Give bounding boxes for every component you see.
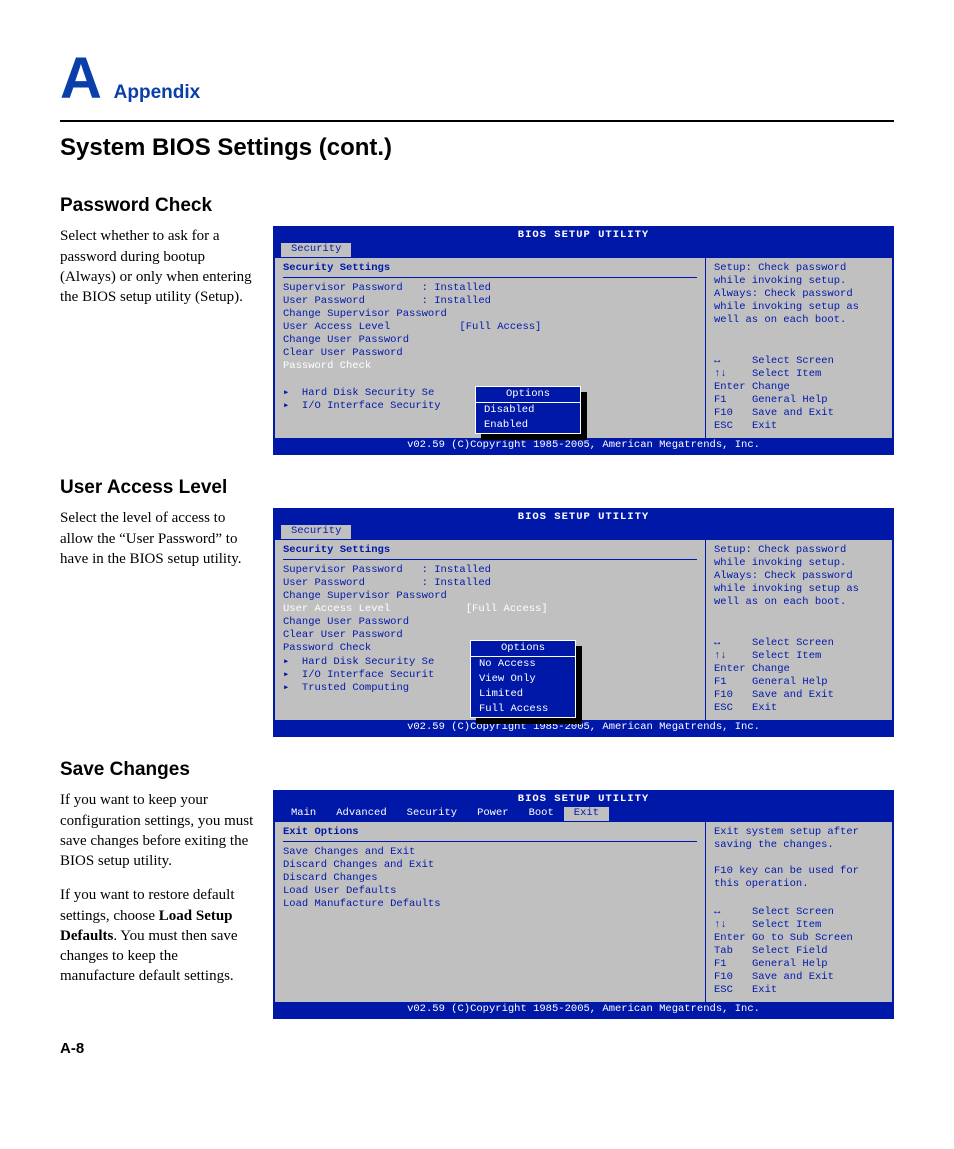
bios-panel-heading: Exit Options	[283, 826, 697, 842]
bios-key-legend: ↔Select Screen↑↓Select ItemEnterChangeF1…	[714, 355, 884, 434]
options-popup: Options Disabled Enabled	[475, 386, 581, 434]
popup-title: Options	[476, 387, 580, 403]
bios-key-legend: ↔Select Screen↑↓Select ItemEnterGo to Su…	[714, 906, 884, 998]
bios-line: Supervisor Password : Installed	[283, 282, 697, 295]
popup-option: Enabled	[476, 418, 580, 433]
appendix-letter: A	[60, 40, 102, 118]
bios-screenshot-save-changes: BIOS SETUP UTILITY MainAdvancedSecurityP…	[273, 790, 894, 1018]
bios-line: Change Supervisor Password	[283, 590, 697, 603]
bios-line: Save Changes and Exit	[283, 846, 697, 859]
bios-tab: Power	[467, 807, 519, 820]
bios-line: User Access Level [Full Access]	[283, 321, 697, 334]
popup-option: Full Access	[471, 702, 575, 717]
bios-line: Change User Password	[283, 616, 697, 629]
page-number: A-8	[60, 1039, 894, 1059]
bios-footer: v02.59 (C)Copyright 1985-2005, American …	[275, 720, 892, 735]
bios-tab: Security	[281, 525, 351, 538]
bios-line: User Password : Installed	[283, 577, 697, 590]
bios-footer: v02.59 (C)Copyright 1985-2005, American …	[275, 438, 892, 453]
bios-footer: v02.59 (C)Copyright 1985-2005, American …	[275, 1002, 892, 1017]
bios-line: Load Manufacture Defaults	[283, 898, 697, 911]
bios-help-text: Setup: Check password while invoking set…	[714, 544, 884, 610]
options-popup: Options No Access View Only Limited Full…	[470, 640, 576, 719]
bios-screenshot-password-check: BIOS SETUP UTILITY Security Security Set…	[273, 226, 894, 454]
bios-panel-heading: Security Settings	[283, 262, 697, 278]
bios-tab: Security	[281, 243, 351, 256]
section-heading-save-changes: Save Changes	[60, 757, 894, 783]
bios-tab: Advanced	[326, 807, 396, 820]
bios-panel-heading: Security Settings	[283, 544, 697, 560]
bios-help-text: Setup: Check password while invoking set…	[714, 262, 884, 328]
bios-title: BIOS SETUP UTILITY	[275, 510, 892, 525]
bios-title: BIOS SETUP UTILITY	[275, 228, 892, 243]
password-check-text: Select whether to ask for a password dur…	[60, 226, 255, 307]
bios-help-text: Exit system setup after saving the chang…	[714, 826, 884, 892]
section-heading-user-access: User Access Level	[60, 475, 894, 501]
bios-selected-line: User Access Level [Full Access]	[283, 603, 697, 616]
bios-line	[283, 951, 697, 964]
bios-tabs: Security	[275, 525, 892, 539]
bios-tabs: MainAdvancedSecurityPowerBootExit	[275, 807, 892, 821]
bios-tab: Main	[281, 807, 326, 820]
popup-option: View Only	[471, 672, 575, 687]
page-title: System BIOS Settings (cont.)	[60, 132, 894, 164]
bios-screenshot-user-access: BIOS SETUP UTILITY Security Security Set…	[273, 508, 894, 736]
popup-option: Limited	[471, 687, 575, 702]
save-changes-text-2: If you want to restore default settings,…	[60, 885, 255, 986]
bios-line: Load User Defaults	[283, 885, 697, 898]
bios-line	[283, 924, 697, 937]
popup-title: Options	[471, 641, 575, 657]
bios-line: Clear User Password	[283, 347, 697, 360]
bios-title: BIOS SETUP UTILITY	[275, 792, 892, 807]
appendix-label: Appendix	[114, 82, 201, 103]
bios-line: Change Supervisor Password	[283, 308, 697, 321]
bios-tab: Security	[397, 807, 467, 820]
bios-tabs: Security	[275, 243, 892, 257]
user-access-text: Select the level of access to allow the …	[60, 508, 255, 569]
bios-tab: Boot	[519, 807, 564, 820]
section-heading-password-check: Password Check	[60, 193, 894, 219]
bios-key-legend: ↔Select Screen↑↓Select ItemEnterChangeF1…	[714, 637, 884, 716]
bios-line: Change User Password	[283, 334, 697, 347]
bios-line: Discard Changes and Exit	[283, 859, 697, 872]
popup-option: No Access	[471, 657, 575, 672]
bios-line	[283, 938, 697, 951]
bios-line: Supervisor Password : Installed	[283, 564, 697, 577]
bios-tab: Exit	[564, 807, 609, 820]
popup-option: Disabled	[476, 403, 580, 418]
appendix-header: A Appendix	[60, 40, 894, 122]
bios-line: User Password : Installed	[283, 295, 697, 308]
bios-selected-line: Password Check	[283, 360, 697, 373]
save-changes-text-1: If you want to keep your configuration s…	[60, 790, 255, 871]
bios-line: Discard Changes	[283, 872, 697, 885]
bios-line	[283, 911, 697, 924]
